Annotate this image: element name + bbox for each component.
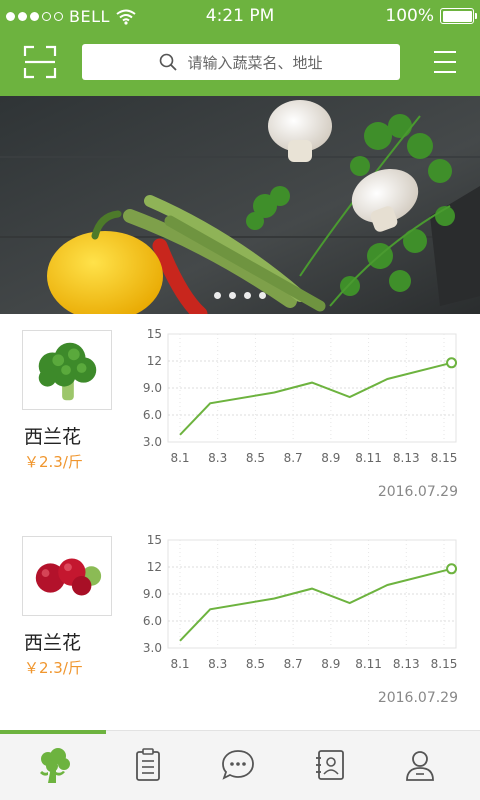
y-tick-label: 9.0 [143,381,162,395]
vegetable-icon [40,748,70,783]
update-date: 2016.07.29 [377,690,458,706]
price-chart: 15 12 9.0 6.0 3.0 8.1 8.3 8.5 8.7 8.9 8.11 8.13 8.15 [130,322,470,472]
scan-icon[interactable] [22,44,58,80]
x-tick-label: 8.3 [208,451,227,465]
y-tick-label: 9.0 [143,587,162,601]
x-tick-label: 8.11 [355,657,382,671]
y-tick-label: 12 [147,560,162,574]
battery-icon [440,8,477,24]
cranberries-image [35,558,102,596]
tab-orders[interactable] [128,745,168,785]
vegetable-thumbnail[interactable] [22,536,112,616]
x-tick-label: 8.9 [321,451,340,465]
y-tick-label: 15 [147,533,162,547]
status-right: 100% [385,6,477,26]
tab-vegetables[interactable] [34,745,74,785]
vegetables-banner-image [0,96,480,314]
tab-contacts[interactable] [310,745,350,785]
bottom-tab-bar [0,730,480,800]
battery-percent: 100% [385,6,434,26]
x-tick-label: 8.15 [431,451,458,465]
x-tick-label: 8.7 [284,451,303,465]
tab-profile[interactable] [400,745,440,785]
vegetable-card[interactable]: 西兰花 ￥2.3/斤 15 12 9.0 6.0 3.0 8.1 8.3 8.5 8.7 8.9 8… [0,520,480,725]
x-tick-label: 8.1 [170,657,189,671]
broccoli-image [38,342,97,401]
banner-pager [0,292,480,299]
pager-dot[interactable] [229,292,236,299]
x-tick-label: 8.11 [355,451,382,465]
data-point [446,563,458,575]
search-placeholder: 请输入蔬菜名、地址 [187,53,323,72]
chat-icon [222,750,254,780]
y-tick-label: 15 [147,327,162,341]
app-header: BELL 4:21 PM 100% 请输入蔬菜名、地址 [0,0,480,96]
x-tick-label: 8.13 [393,451,420,465]
active-tab-indicator [0,730,106,734]
contacts-icon [316,750,344,780]
menu-icon[interactable] [430,46,460,78]
x-tick-label: 8.5 [246,657,265,671]
x-tick-label: 8.7 [284,657,303,671]
y-tick-label: 3.0 [143,641,162,655]
vegetable-price: ￥2.3/斤 [24,453,83,471]
x-tick-label: 8.9 [321,657,340,671]
x-tick-label: 8.15 [431,657,458,671]
banner-carousel[interactable] [0,96,480,314]
data-point [446,357,458,369]
tab-messages[interactable] [218,745,258,785]
vegetable-name: 西兰花 [24,632,82,654]
price-line [179,361,452,436]
y-tick-label: 12 [147,354,162,368]
pager-dot[interactable] [244,292,251,299]
vegetable-price: ￥2.3/斤 [24,659,83,677]
price-line [179,567,452,642]
vegetable-card[interactable]: 西兰花 ￥2.3/斤 15 12 9.0 6.0 3.0 8.1 8.3 8.5 8.7 8.9 8… [0,314,480,519]
pager-dot[interactable] [214,292,221,299]
y-tick-label: 6.0 [143,614,162,628]
x-tick-label: 8.5 [246,451,265,465]
vegetable-name: 西兰花 [24,426,82,448]
y-tick-label: 6.0 [143,408,162,422]
update-date: 2016.07.29 [377,484,458,500]
y-tick-label: 3.0 [143,435,162,449]
x-tick-label: 8.3 [208,657,227,671]
price-chart: 15 12 9.0 6.0 3.0 8.1 8.3 8.5 8.7 8.9 8.11 8.13 8.15 [130,528,470,678]
search-icon [160,53,178,71]
x-tick-label: 8.1 [170,451,189,465]
search-input[interactable]: 请输入蔬菜名、地址 [82,44,400,80]
profile-icon [406,751,434,781]
pager-dot[interactable] [259,292,266,299]
x-tick-label: 8.13 [393,657,420,671]
status-bar: BELL 4:21 PM 100% [0,0,480,34]
list-icon [136,748,160,781]
vegetable-thumbnail[interactable] [22,330,112,410]
